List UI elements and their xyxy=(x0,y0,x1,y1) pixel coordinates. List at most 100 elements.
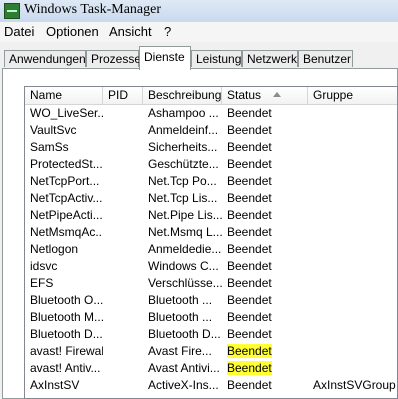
service-row[interactable]: ProtectedSt... Geschützte... Beendet xyxy=(25,156,397,173)
service-description: Ashampoo ... xyxy=(148,106,219,120)
service-description: Geschützte... xyxy=(148,157,219,171)
service-pid xyxy=(103,105,143,122)
service-group xyxy=(308,173,397,190)
service-row[interactable]: VaultSvc Anmeldeinf... Beendet xyxy=(25,122,397,139)
service-pid xyxy=(103,309,143,326)
service-row[interactable]: NetMsmqAc... Net.Msmq L... Beendet xyxy=(25,224,397,241)
service-row[interactable]: avast! Antiv... Avast Antivi... Beendet xyxy=(25,360,397,377)
service-pid xyxy=(103,173,143,190)
service-group xyxy=(308,105,397,122)
service-description: Net.Pipe Lis... xyxy=(148,208,222,222)
service-group xyxy=(308,207,397,224)
service-description: Net.Tcp Lis... xyxy=(148,191,218,205)
service-status: Beendet xyxy=(227,259,272,273)
service-row[interactable]: NetPipeActi... Net.Pipe Lis... Beendet xyxy=(25,207,397,224)
service-status: Beendet xyxy=(227,140,272,154)
tab-leistung[interactable]: Leistung xyxy=(191,50,242,67)
column-header-pid[interactable]: PID xyxy=(103,87,143,104)
service-description: Bluetooth D... xyxy=(148,327,221,341)
tab-strip: Anwendungen Prozesse Dienste Leistung Ne… xyxy=(0,42,398,70)
service-row[interactable]: NetTcpActiv... Net.Tcp Lis... Beendet xyxy=(25,190,397,207)
service-pid xyxy=(103,326,143,343)
service-name: NetTcpPort... xyxy=(30,174,100,188)
service-status: Beendet xyxy=(227,208,272,222)
service-name: NetTcpActiv... xyxy=(30,191,103,205)
service-status: Beendet xyxy=(227,293,272,307)
service-name: NetMsmqAc... xyxy=(30,225,103,239)
service-description: Verschlüsse... xyxy=(148,276,222,290)
service-description: Net.Msmq L... xyxy=(148,225,222,239)
service-status: Beendet xyxy=(227,157,272,171)
tab-benutzer[interactable]: Benutzer xyxy=(298,50,353,67)
service-row[interactable]: NetTcpPort... Net.Tcp Po... Beendet xyxy=(25,173,397,190)
service-name: Bluetooth D... xyxy=(30,327,103,341)
service-status: Beendet xyxy=(227,123,272,137)
service-description: Bluetooth ... xyxy=(148,310,213,324)
service-row[interactable]: AxInstSV ActiveX-Ins... Beendet AxInstSVGro… xyxy=(25,377,397,394)
tab-netzwerk[interactable]: Netzwerk xyxy=(242,50,298,67)
status-highlight: Beendet xyxy=(227,361,272,375)
menu-ansicht[interactable]: Ansicht xyxy=(109,24,152,39)
tab-dienste[interactable]: Dienste xyxy=(139,46,191,70)
service-status: Beendet xyxy=(227,191,272,205)
service-status: Beendet xyxy=(222,343,308,360)
service-pid xyxy=(103,139,143,156)
service-name: WO_LiveSer... xyxy=(30,106,103,120)
service-description: Windows C... xyxy=(148,259,219,273)
service-name: EFS xyxy=(30,276,54,290)
service-row[interactable]: Bluetooth M... Bluetooth ... Beendet xyxy=(25,309,397,326)
tab-anwendungen[interactable]: Anwendungen xyxy=(4,50,86,67)
service-description: Bluetooth ... xyxy=(148,293,213,307)
service-group xyxy=(308,275,397,292)
service-row[interactable]: SamSs Sicherheits... Beendet xyxy=(25,139,397,156)
service-description: ActiveX-Ins... xyxy=(148,378,219,392)
service-status: Beendet xyxy=(227,106,272,120)
service-name: AxInstSV xyxy=(30,378,80,392)
service-row[interactable]: idsvc Windows C... Beendet xyxy=(25,258,397,275)
column-header-description[interactable]: Beschreibung xyxy=(143,87,222,104)
service-name: Bluetooth O... xyxy=(30,293,103,307)
tab-prozesse[interactable]: Prozesse xyxy=(86,50,141,67)
menu-optionen[interactable]: Optionen xyxy=(46,24,99,39)
service-status: Beendet xyxy=(227,174,272,188)
service-row[interactable]: EFS Verschlüsse... Beendet xyxy=(25,275,397,292)
services-list[interactable]: Name PID Beschreibung Status Gruppe WO_L… xyxy=(24,86,398,399)
column-header-status[interactable]: Status xyxy=(222,87,308,104)
service-name: VaultSvc xyxy=(30,123,77,137)
service-group xyxy=(308,326,397,343)
service-group xyxy=(308,224,397,241)
service-name: NetPipeActi... xyxy=(30,208,103,222)
service-description: Sicherheits... xyxy=(148,140,218,154)
service-name: idsvc xyxy=(30,259,58,273)
column-header-name[interactable]: Name xyxy=(25,87,103,104)
service-pid xyxy=(103,241,143,258)
service-name: avast! Antiv... xyxy=(30,361,101,375)
service-row[interactable]: Bluetooth D... Bluetooth D... Beendet xyxy=(25,326,397,343)
service-row[interactable]: Netlogon Anmeldedie... Beendet xyxy=(25,241,397,258)
service-pid xyxy=(103,190,143,207)
menu-datei[interactable]: Datei xyxy=(4,24,34,39)
menu-help[interactable]: ? xyxy=(164,24,171,39)
service-pid xyxy=(103,156,143,173)
column-header-group[interactable]: Gruppe xyxy=(308,87,397,104)
service-description: Anmeldeinf... xyxy=(148,123,219,137)
service-group: AxInstSVGroup xyxy=(313,378,396,392)
service-group xyxy=(308,309,397,326)
service-group xyxy=(308,343,397,360)
task-manager-icon xyxy=(4,3,20,19)
service-group xyxy=(308,292,397,309)
service-pid xyxy=(103,377,143,394)
service-description: Anmeldedie... xyxy=(148,242,222,256)
service-pid xyxy=(103,122,143,139)
service-group xyxy=(308,258,397,275)
service-pid xyxy=(103,343,143,360)
service-row[interactable]: WO_LiveSer... Ashampoo ... Beendet xyxy=(25,105,397,122)
service-name: SamSs xyxy=(30,140,69,154)
service-status: Beendet xyxy=(227,327,272,341)
title-bar: Windows Task-Manager xyxy=(0,0,398,23)
service-status: Beendet xyxy=(227,310,272,324)
service-status: Beendet xyxy=(227,276,272,290)
service-row[interactable]: Bluetooth O... Bluetooth ... Beendet xyxy=(25,292,397,309)
status-highlight: Beendet xyxy=(227,344,272,358)
service-row[interactable]: avast! Firewall Avast Fire... Beendet xyxy=(25,343,397,360)
